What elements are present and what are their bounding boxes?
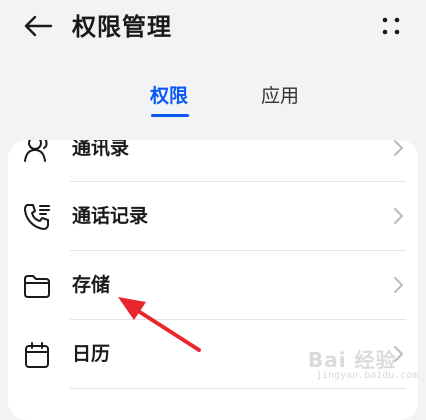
- folder-icon: [24, 275, 50, 298]
- page-title: 权限管理: [72, 13, 172, 41]
- divider: [70, 388, 406, 389]
- list-item-call-log[interactable]: 通话记录: [8, 182, 418, 250]
- watermark-url: jingyan.baidu.com: [316, 370, 419, 381]
- calendar-icon: [25, 342, 49, 368]
- more-button[interactable]: [376, 12, 406, 40]
- list-item-contacts[interactable]: 通讯录: [8, 140, 418, 182]
- contacts-icon: [24, 140, 48, 162]
- list-item-label: 存储: [72, 274, 111, 296]
- tab-bar: 权限 应用: [0, 80, 426, 120]
- call-log-icon: [24, 204, 50, 230]
- tab-apps[interactable]: 应用: [261, 80, 299, 112]
- list-item-label: 通话记录: [72, 205, 149, 227]
- list-item-label: 日历: [72, 343, 111, 365]
- chevron-right-icon: [394, 208, 403, 224]
- list-item-label: 通讯录: [72, 140, 130, 159]
- back-button[interactable]: [20, 10, 56, 42]
- chevron-right-icon: [394, 140, 403, 156]
- tab-permissions[interactable]: 权限: [150, 80, 188, 112]
- arrow-left-icon: [24, 15, 53, 37]
- list-item-storage[interactable]: 存储: [8, 251, 418, 319]
- more-dots-icon: [382, 17, 400, 35]
- chevron-right-icon: [394, 277, 403, 293]
- active-tab-indicator: [151, 114, 189, 117]
- header: 权限管理: [0, 0, 426, 56]
- watermark-logo: Bai 经验: [308, 348, 397, 372]
